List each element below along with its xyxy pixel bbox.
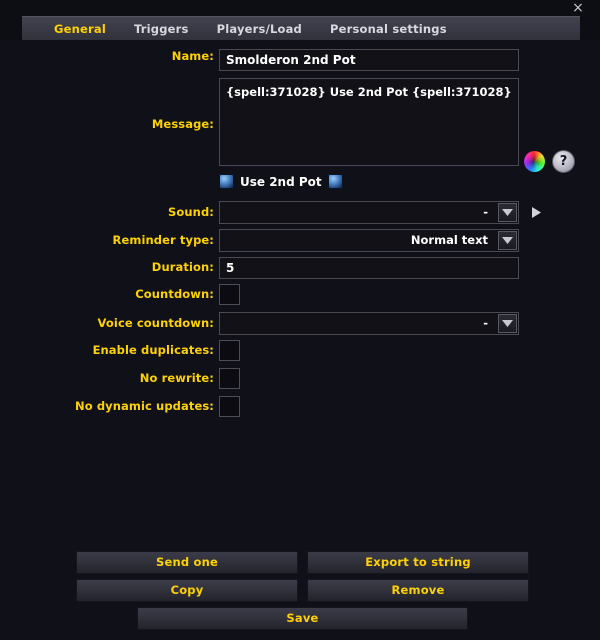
close-icon[interactable]: × [570,1,586,17]
name-input[interactable] [219,49,519,71]
sound-value: - [483,205,488,219]
sound-row: Sound: - [0,201,600,224]
countdown-checkbox[interactable] [219,284,240,305]
message-preview: Use 2nd Pot [219,174,343,189]
tab-personal-settings[interactable]: Personal settings [316,22,461,36]
general-tab-panel: Name: Message: {spell:371028} Use 2nd Po… [0,40,600,640]
chevron-down-icon[interactable] [498,314,517,333]
tab-general[interactable]: General [40,22,120,36]
play-sound-button[interactable] [528,204,544,222]
duration-label: Duration: [151,260,214,274]
export-to-string-button[interactable]: Export to string [307,551,529,574]
enable-duplicates-label: Enable duplicates: [92,343,214,357]
voice-countdown-value: - [483,316,488,330]
spell-icon [327,174,343,189]
reminder-type-value: Normal text [410,233,488,247]
enable-duplicates-row: Enable duplicates: [0,340,600,361]
message-preview-row: Use 2nd Pot [0,174,600,189]
reminder-type-label: Reminder type: [112,233,214,247]
color-wheel-icon[interactable] [524,151,545,172]
preview-text: Use 2nd Pot [240,174,322,189]
reminder-config-window: × General Triggers Players/Load Personal… [0,0,600,640]
remove-button[interactable]: Remove [307,579,529,602]
voice-countdown-label: Voice countdown: [97,316,214,330]
no-rewrite-row: No rewrite: [0,368,600,389]
countdown-row: Countdown: [0,284,600,305]
message-textarea[interactable]: {spell:371028} Use 2nd Pot {spell:371028… [219,78,519,166]
duration-row: Duration: [0,257,600,279]
countdown-label: Countdown: [135,287,214,301]
tab-bar: General Triggers Players/Load Personal s… [22,16,580,40]
chevron-down-icon[interactable] [498,231,517,250]
title-bar: × [0,0,600,16]
spell-icon [219,174,234,189]
no-rewrite-checkbox[interactable] [219,368,240,389]
help-icon[interactable]: ? [552,150,575,173]
tab-players-load[interactable]: Players/Load [203,22,316,36]
voice-countdown-row: Voice countdown: - [0,312,600,335]
tab-triggers[interactable]: Triggers [120,22,203,36]
copy-button[interactable]: Copy [76,579,298,602]
no-dynamic-updates-label: No dynamic updates: [74,399,214,413]
reminder-type-dropdown[interactable]: Normal text [219,229,519,252]
send-one-button[interactable]: Send one [76,551,298,574]
name-label: Name: [171,49,214,63]
save-button[interactable]: Save [137,607,468,630]
enable-duplicates-checkbox[interactable] [219,340,240,361]
no-dynamic-updates-row: No dynamic updates: [0,396,600,417]
message-row: Message: {spell:371028} Use 2nd Pot {spe… [0,78,600,170]
sound-label: Sound: [168,205,214,219]
reminder-type-row: Reminder type: Normal text [0,229,600,252]
sound-dropdown[interactable]: - [219,201,519,224]
name-row: Name: [0,49,600,71]
message-label: Message: [151,117,214,131]
no-rewrite-label: No rewrite: [139,371,214,385]
no-dynamic-updates-checkbox[interactable] [219,396,240,417]
duration-input[interactable] [219,257,519,279]
chevron-down-icon[interactable] [498,203,517,222]
voice-countdown-dropdown[interactable]: - [219,312,519,335]
